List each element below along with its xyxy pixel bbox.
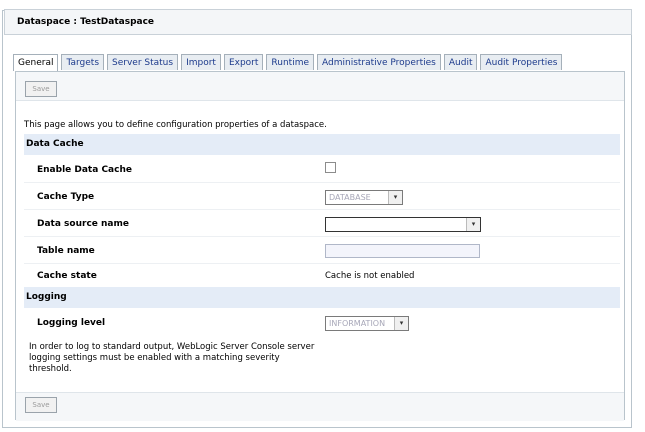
cache-type-row: Cache Type DATABASE ▾ <box>24 184 620 210</box>
cache-state-row: Cache state Cache is not enabled <box>24 263 620 289</box>
page-title: Dataspace : TestDataspace <box>17 17 155 27</box>
enable-data-cache-label: Enable Data Cache <box>37 165 132 175</box>
save-button-top[interactable]: Save <box>25 81 57 97</box>
general-panel: Save This page allows you to define conf… <box>15 71 625 421</box>
logging-level-label: Logging level <box>37 318 106 328</box>
chevron-down-icon: ▾ <box>394 317 408 330</box>
table-name-input[interactable] <box>325 244 480 258</box>
tab-general[interactable]: General <box>13 54 59 71</box>
data-source-label: Data source name <box>37 219 129 229</box>
data-cache-heading: Data Cache <box>26 139 84 149</box>
cache-type-value: DATABASE <box>329 193 371 202</box>
logging-note: In order to log to standard output, WebL… <box>29 342 315 374</box>
table-name-row: Table name <box>24 238 620 264</box>
bottom-button-bar: Save <box>16 392 624 421</box>
tab-runtime[interactable]: Runtime <box>266 54 315 70</box>
cache-type-select[interactable]: DATABASE ▾ <box>325 190 403 205</box>
data-source-row: Data source name ▾ <box>24 211 620 237</box>
tab-server-status[interactable]: Server Status <box>107 54 179 70</box>
tab-export[interactable]: Export <box>223 54 264 70</box>
page-title-bar: Dataspace : TestDataspace <box>4 9 632 35</box>
chevron-down-icon: ▾ <box>466 218 480 231</box>
save-button-bottom[interactable]: Save <box>25 397 57 413</box>
cache-state-value: Cache is not enabled <box>325 271 415 281</box>
cache-type-label: Cache Type <box>37 192 95 202</box>
tab-audit-properties[interactable]: Audit Properties <box>480 54 563 70</box>
logging-heading: Logging <box>26 292 67 302</box>
top-button-bar: Save <box>16 72 624 101</box>
logging-level-value: INFORMATION <box>329 319 386 328</box>
intro-text: This page allows you to define configura… <box>24 120 327 130</box>
logging-section-header: Logging <box>24 287 620 308</box>
logging-level-select[interactable]: INFORMATION ▾ <box>325 316 409 331</box>
tab-audit[interactable]: Audit <box>443 54 478 70</box>
enable-data-cache-checkbox[interactable] <box>325 162 336 173</box>
tab-bar: General Targets Server Status Import Exp… <box>13 54 565 71</box>
tab-administrative-properties[interactable]: Administrative Properties <box>317 54 441 70</box>
chevron-down-icon: ▾ <box>388 191 402 204</box>
data-source-select[interactable]: ▾ <box>325 217 481 232</box>
data-cache-section-header: Data Cache <box>24 134 620 155</box>
tab-targets[interactable]: Targets <box>61 54 105 70</box>
table-name-label: Table name <box>37 246 95 256</box>
cache-state-label: Cache state <box>37 271 97 281</box>
enable-data-cache-row: Enable Data Cache <box>24 157 620 183</box>
tab-import[interactable]: Import <box>181 54 221 70</box>
logging-level-row: Logging level INFORMATION ▾ <box>24 310 620 336</box>
